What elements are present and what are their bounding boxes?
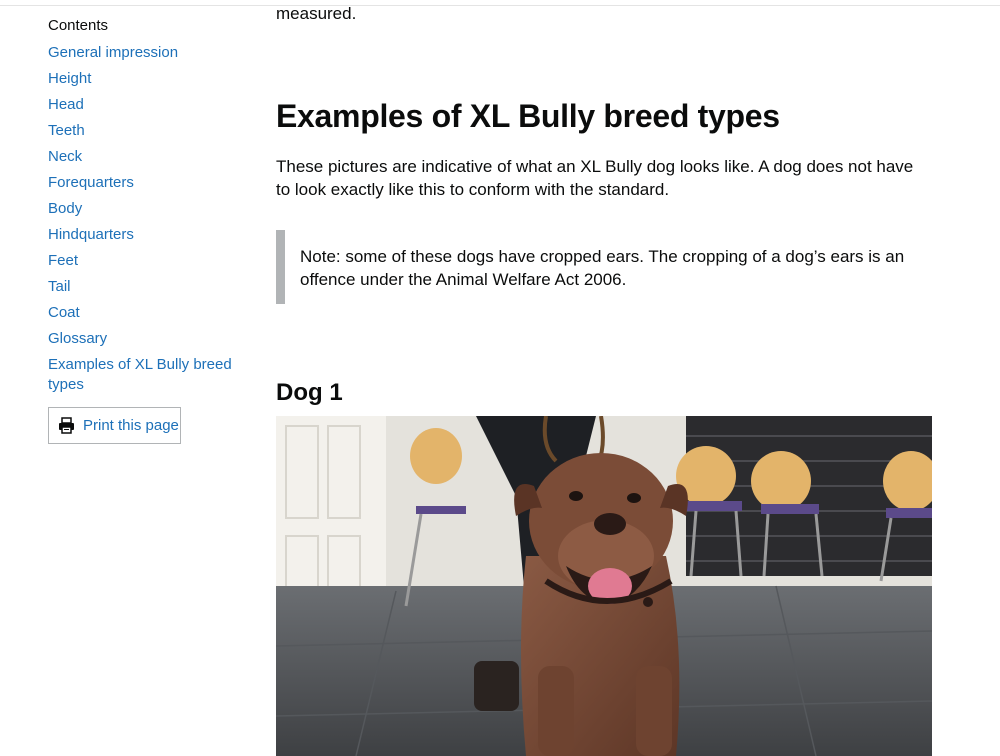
toc-link-head[interactable]: Head — [48, 95, 238, 115]
printer-icon — [59, 417, 74, 434]
toc-item: Tail — [48, 277, 238, 297]
toc-item: Neck — [48, 147, 238, 167]
print-page-label: Print this page — [83, 417, 179, 434]
dog-1-photo — [276, 416, 932, 756]
toc-link-feet[interactable]: Feet — [48, 251, 238, 271]
toc-link-neck[interactable]: Neck — [48, 147, 238, 167]
toc-link-teeth[interactable]: Teeth — [48, 121, 238, 141]
toc-item: Forequarters — [48, 173, 238, 193]
toc-link-height[interactable]: Height — [48, 69, 238, 89]
toc-link-forequarters[interactable]: Forequarters — [48, 173, 238, 193]
top-divider — [0, 5, 1000, 6]
toc-item: Examples of XL Bully breed types — [48, 355, 238, 395]
toc-item: Height — [48, 69, 238, 89]
toc-link-coat[interactable]: Coat — [48, 303, 238, 323]
toc-link-tail[interactable]: Tail — [48, 277, 238, 297]
toc-item: Feet — [48, 251, 238, 271]
toc-item: Body — [48, 199, 238, 219]
toc-link-general-impression[interactable]: General impression — [48, 43, 238, 63]
previous-paragraph-fragment: measured. — [276, 4, 357, 23]
toc-link-glossary[interactable]: Glossary — [48, 329, 238, 349]
intro-paragraph: These pictures are indicative of what an… — [276, 157, 914, 199]
toc-item: General impression — [48, 43, 238, 63]
contents-list: General impression Height Head Teeth Nec… — [48, 43, 238, 395]
contents-title: Contents — [48, 17, 109, 34]
toc-item: Coat — [48, 303, 238, 323]
inset-note-text: Note: some of these dogs have cropped ea… — [300, 247, 905, 289]
print-page-button[interactable]: Print this page — [48, 407, 181, 444]
dog-1-heading: Dog 1 — [276, 379, 343, 406]
toc-item: Hindquarters — [48, 225, 238, 245]
toc-item: Teeth — [48, 121, 238, 141]
dog-photo-illustration — [276, 416, 932, 756]
contents-sidebar: Contents General impression Height Head … — [48, 16, 238, 444]
section-heading: Examples of XL Bully breed types — [276, 98, 780, 134]
toc-link-body[interactable]: Body — [48, 199, 238, 219]
toc-link-hindquarters[interactable]: Hindquarters — [48, 225, 238, 245]
toc-link-examples[interactable]: Examples of XL Bully breed types — [48, 355, 238, 395]
toc-item: Glossary — [48, 329, 238, 349]
toc-item: Head — [48, 95, 238, 115]
inset-note: Note: some of these dogs have cropped ea… — [276, 230, 916, 304]
